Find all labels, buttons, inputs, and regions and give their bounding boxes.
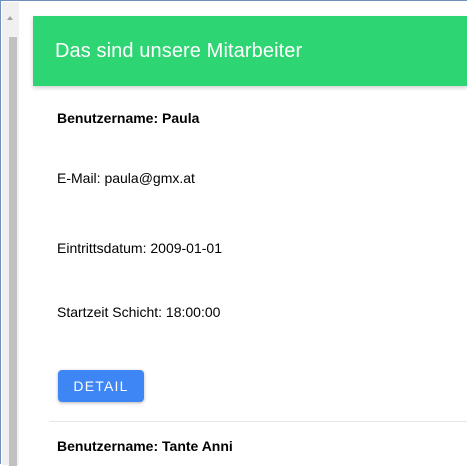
employee-email: E-Mail: paula@gmx.at [57,170,195,186]
scroll-up-arrow-icon[interactable] [7,16,13,20]
employee-username: Benutzername: Tante Anni [57,438,233,454]
vertical-scrollbar[interactable] [2,2,19,466]
employee-entry-date: Eintrittsdatum: 2009-01-01 [57,240,222,256]
detail-button[interactable]: DETAIL [58,370,144,402]
employee-shift-start: Startzeit Schicht: 18:00:00 [57,304,221,320]
page-content: Das sind unsere Mitarbeiter Benutzername… [33,16,467,465]
scrollbar-thumb[interactable] [9,37,17,466]
app-header: Das sind unsere Mitarbeiter [33,16,467,86]
employee-username: Benutzername: Paula [57,110,200,126]
page-title: Das sind unsere Mitarbeiter [55,39,303,62]
card-divider [49,421,467,422]
browser-viewport: Das sind unsere Mitarbeiter Benutzername… [0,0,467,466]
